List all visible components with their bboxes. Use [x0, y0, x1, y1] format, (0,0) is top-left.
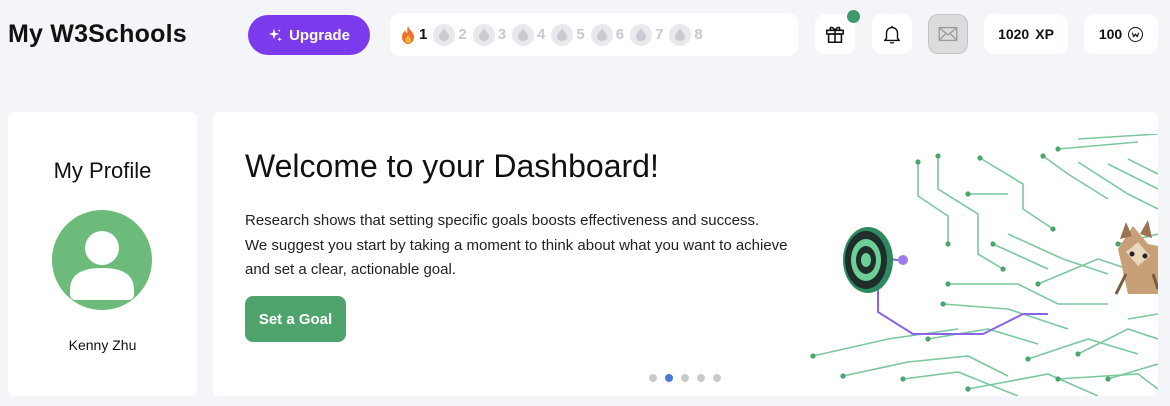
streak-day-number: 3	[497, 26, 507, 43]
flame-icon	[400, 24, 416, 46]
drop-icon	[472, 23, 495, 46]
drop-icon	[669, 23, 692, 46]
description-line: We suggest you start by taking a moment …	[245, 236, 788, 254]
profile-title: My Profile	[53, 158, 152, 183]
drop-icon	[590, 23, 613, 46]
dashboard-welcome-card: Welcome to your Dashboard! Research show…	[213, 112, 1158, 396]
upgrade-label: Upgrade	[289, 26, 350, 44]
streak-day: 4	[512, 23, 546, 46]
streak-day-number: 5	[576, 26, 585, 43]
streak-day: 5	[551, 23, 585, 46]
streak-day-number: 8	[694, 26, 703, 43]
bell-icon	[883, 25, 901, 44]
sparkle-icon	[268, 28, 282, 41]
carousel-dot[interactable]	[697, 374, 705, 382]
brand-title: My W3Schools	[8, 20, 187, 48]
xp-unit: XP	[1035, 26, 1054, 42]
drop-icon	[551, 23, 574, 46]
streak-day: 3	[472, 23, 507, 46]
upgrade-button[interactable]: Upgrade	[248, 15, 370, 55]
carousel-dot-active[interactable]	[665, 374, 673, 382]
drop-icon	[512, 23, 535, 46]
xp-counter[interactable]: 1020 XP	[984, 14, 1068, 54]
avatar[interactable]	[52, 210, 152, 310]
profile-name: Kenny Zhu	[68, 337, 137, 353]
xp-value: 1020	[998, 26, 1030, 42]
streak-day-number: 6	[615, 26, 625, 43]
owl-character-icon	[1114, 220, 1158, 295]
streak-day: 8	[669, 23, 703, 46]
carousel-dot[interactable]	[713, 374, 721, 382]
streak-day: 6	[590, 23, 625, 46]
carousel-indicator	[649, 374, 721, 382]
carousel-dot[interactable]	[681, 374, 689, 382]
user-icon	[70, 231, 134, 300]
drop-icon	[630, 23, 653, 46]
set-goal-button[interactable]: Set a Goal	[245, 296, 346, 342]
streak-day: 1	[400, 24, 427, 46]
streak-day-number: 2	[458, 26, 467, 43]
profile-card[interactable]: My Profile Kenny Zhu	[8, 112, 197, 396]
streak-day-number: 4	[537, 26, 546, 43]
streak-tracker[interactable]: 1 2 3 4 5 6 7 8	[390, 13, 798, 56]
notifications-button[interactable]	[872, 14, 912, 54]
coins-value: 100	[1098, 26, 1123, 42]
streak-day: 2	[433, 23, 467, 46]
streak-day-number: 7	[655, 26, 664, 43]
mail-icon	[938, 26, 958, 42]
coins-counter[interactable]: 100	[1084, 14, 1158, 54]
notification-dot	[847, 10, 860, 23]
streak-day-number: 1	[419, 26, 428, 43]
drop-icon	[433, 23, 456, 46]
top-bar: My W3Schools Upgrade 1 2 3 4 5 6 7 8 102…	[0, 0, 1170, 72]
dashboard-title: Welcome to your Dashboard!	[245, 148, 659, 184]
gift-icon	[825, 26, 845, 44]
dashboard-description: Research shows that setting specific goa…	[245, 209, 825, 283]
description-line: and set a clear, actionable goal.	[245, 261, 456, 278]
coin-icon	[1128, 26, 1144, 42]
streak-day: 7	[630, 23, 664, 46]
messages-button[interactable]	[928, 14, 968, 54]
circuit-target-illustration	[810, 134, 1158, 396]
carousel-dot[interactable]	[649, 374, 657, 382]
description-line: Research shows that setting specific goa…	[245, 212, 760, 229]
